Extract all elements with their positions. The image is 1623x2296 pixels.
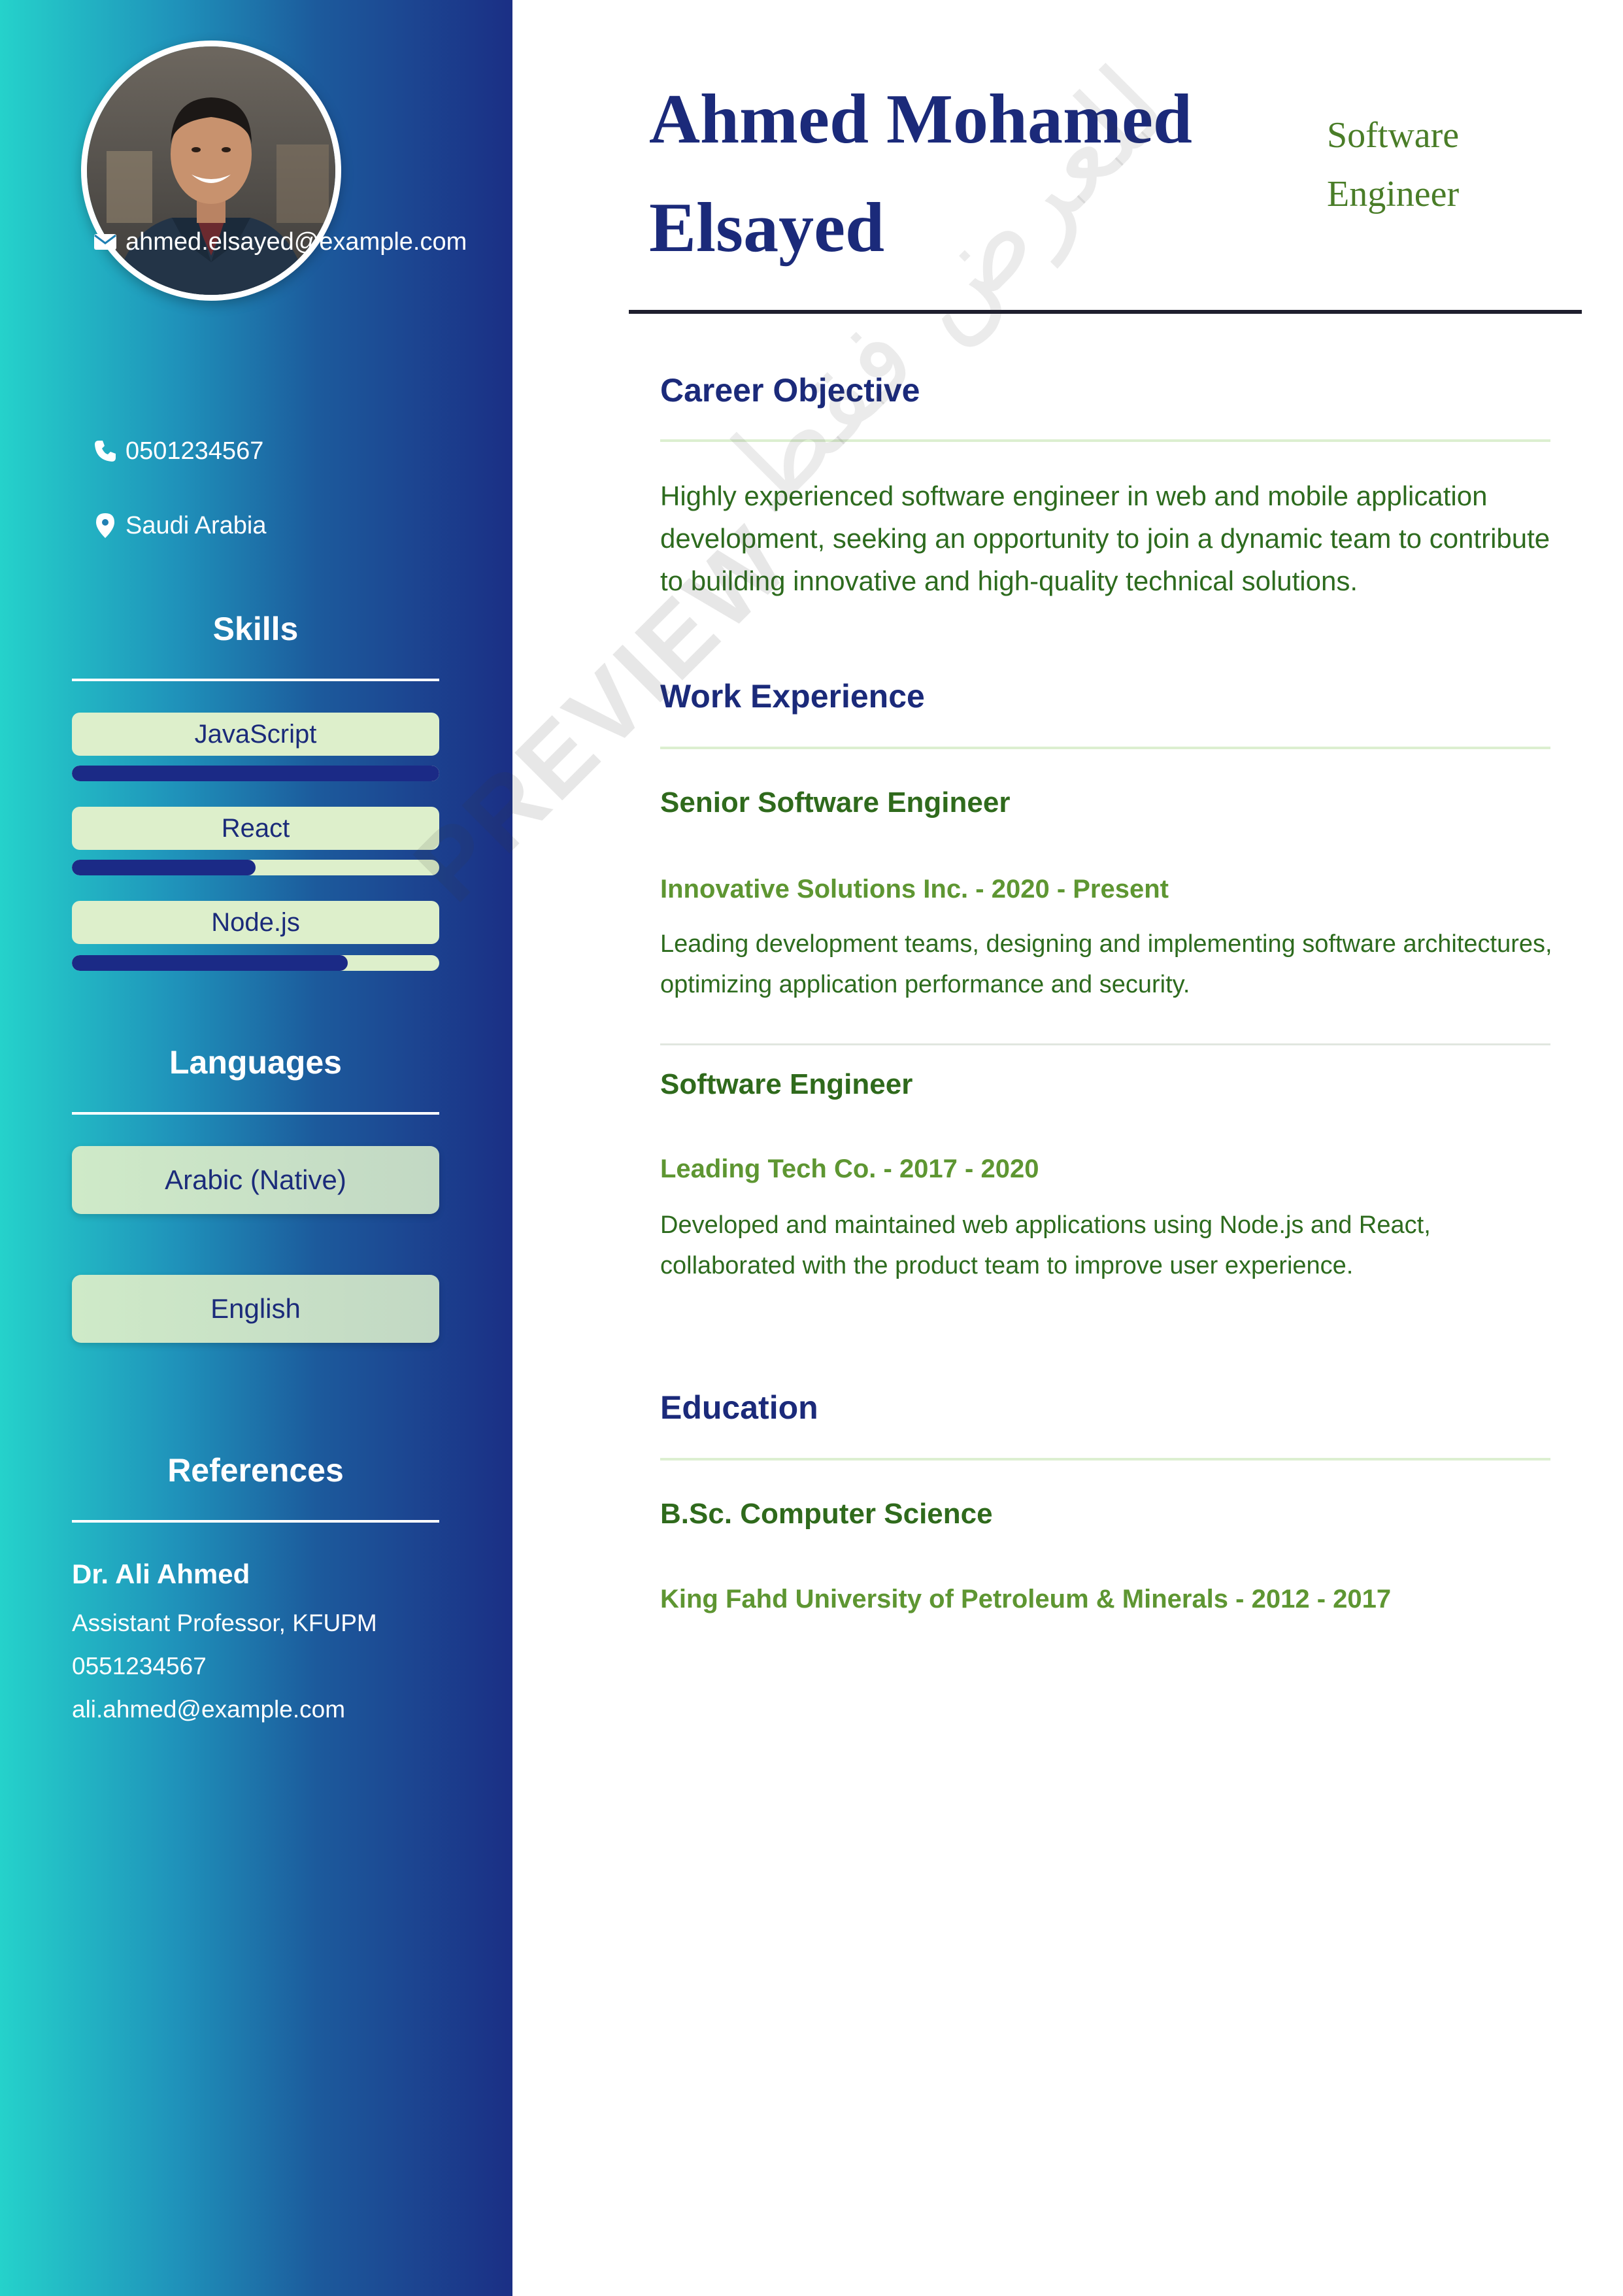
education-meta: King Fahd University of Petroleum & Mine… bbox=[660, 1585, 1392, 1613]
skill-bar-react bbox=[72, 860, 439, 875]
job-role: Software Engineer bbox=[660, 1068, 913, 1100]
skill-fill bbox=[72, 860, 256, 875]
contact-location-text: Saudi Arabia bbox=[125, 512, 267, 539]
language-item-arabic: Arabic (Native) bbox=[72, 1146, 439, 1214]
objective-divider bbox=[660, 439, 1550, 442]
job-meta: Leading Tech Co. - 2017 - 2020 bbox=[660, 1155, 1039, 1183]
education-title: Education bbox=[660, 1389, 818, 1426]
reference-email[interactable]: ali.ahmed@example.com bbox=[72, 1696, 345, 1723]
job-description: Leading development teams, designing and… bbox=[660, 930, 1552, 998]
person-name: Ahmed Mohamed Elsayed bbox=[649, 80, 1192, 267]
skill-bar-nodejs bbox=[72, 955, 439, 971]
references-title: References bbox=[167, 1452, 344, 1489]
languages-divider bbox=[72, 1112, 439, 1115]
contact-email-text: ahmed.elsayed@example.com bbox=[125, 228, 467, 256]
objective-text: Highly experienced software engineer in … bbox=[660, 481, 1550, 596]
references-divider bbox=[72, 1520, 439, 1523]
contact-phone-text: 0501234567 bbox=[125, 437, 264, 465]
skill-fill bbox=[72, 955, 348, 971]
education-degree: B.Sc. Computer Science bbox=[660, 1498, 993, 1530]
objective-title: Career Objective bbox=[660, 372, 920, 409]
experience-title: Work Experience bbox=[660, 678, 925, 715]
skill-fill bbox=[72, 766, 439, 781]
reference-phone[interactable]: 0551234567 bbox=[72, 1653, 207, 1680]
skill-label-javascript: JavaScript bbox=[72, 713, 439, 756]
education-divider bbox=[660, 1458, 1550, 1460]
experience-divider bbox=[660, 747, 1550, 749]
language-item-english: English bbox=[72, 1275, 439, 1343]
skills-divider bbox=[72, 679, 439, 681]
location-pin-icon bbox=[92, 505, 119, 547]
reference-position: Assistant Professor, KFUPM bbox=[72, 1610, 377, 1636]
reference-name: Dr. Ali Ahmed bbox=[72, 1559, 250, 1589]
header-divider bbox=[629, 310, 1582, 314]
job-separator bbox=[660, 1043, 1550, 1045]
phone-icon bbox=[92, 430, 119, 472]
languages-title: Languages bbox=[169, 1044, 342, 1081]
envelope-icon bbox=[92, 221, 119, 263]
sidebar: ahmed.elsayed@example.com 0501234567 Sau… bbox=[0, 0, 512, 2296]
skill-bar-javascript bbox=[72, 766, 439, 781]
job-description: Developed and maintained web application… bbox=[660, 1211, 1431, 1279]
job-meta: Innovative Solutions Inc. - 2020 - Prese… bbox=[660, 875, 1169, 903]
skill-label-react: React bbox=[72, 807, 439, 850]
person-title: Software Engineer bbox=[1327, 115, 1460, 214]
skill-label-nodejs: Node.js bbox=[72, 901, 439, 944]
skills-title: Skills bbox=[212, 611, 299, 647]
job-role: Senior Software Engineer bbox=[660, 786, 1011, 819]
